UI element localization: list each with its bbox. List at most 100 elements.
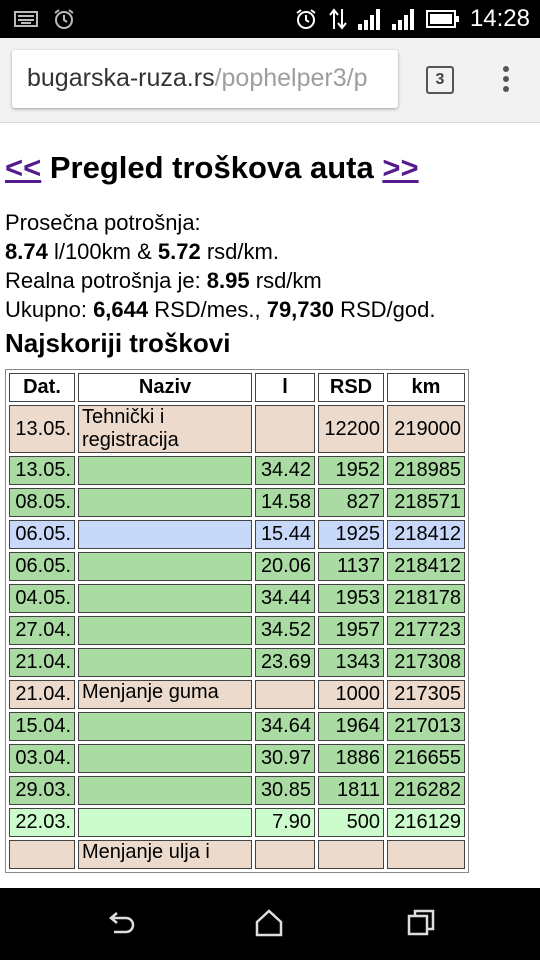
cell-km xyxy=(387,840,465,869)
table-row: 22.03. 7.90 500 216129 xyxy=(9,808,465,837)
table-row: 06.05. 20.06 1137 218412 xyxy=(9,552,465,581)
header-date: Dat. xyxy=(9,373,75,402)
header-rsd: RSD xyxy=(318,373,384,402)
header-liters: l xyxy=(255,373,315,402)
cell-km: 218985 xyxy=(387,456,465,485)
cell-rsd: 1000 xyxy=(318,680,384,709)
cell-rsd: 500 xyxy=(318,808,384,837)
cell-liters: 34.64 xyxy=(255,712,315,741)
cell-km: 218412 xyxy=(387,552,465,581)
page-content: << Pregled troškova auta >> Prosečna pot… xyxy=(0,122,540,888)
table-row: 21.04. Menjanje guma 1000 217305 xyxy=(9,680,465,709)
real-consumption: 8.95 xyxy=(206,268,250,293)
cell-km: 217723 xyxy=(387,616,465,645)
cell-date xyxy=(9,840,75,869)
cell-naziv: Menjanje ulja i xyxy=(78,840,252,869)
keyboard-icon xyxy=(14,11,38,27)
cell-liters: 30.85 xyxy=(255,776,315,805)
cell-km: 217308 xyxy=(387,648,465,677)
cell-liters: 23.69 xyxy=(255,648,315,677)
back-icon[interactable] xyxy=(106,910,136,938)
status-time: 14:28 xyxy=(469,5,530,32)
cell-naziv: Menjanje guma xyxy=(78,680,252,709)
overflow-menu-button[interactable] xyxy=(496,66,516,96)
cell-date: 21.04. xyxy=(9,648,75,677)
monthly-total: 6,644 xyxy=(93,297,149,322)
table-header-row: Dat. Naziv l RSD km xyxy=(9,373,465,402)
section-title: Najskoriji troškovi xyxy=(5,328,231,358)
battery-icon xyxy=(425,10,459,28)
cell-rsd: 1964 xyxy=(318,712,384,741)
cell-rsd xyxy=(318,840,384,869)
navigation-bar xyxy=(0,888,540,960)
cell-liters: 20.06 xyxy=(255,552,315,581)
address-bar[interactable]: bugarska-ruza.rs/pophelper3/p xyxy=(12,50,398,108)
cell-date: 15.04. xyxy=(9,712,75,741)
tab-switcher-button[interactable]: 3 xyxy=(426,66,454,94)
cell-naziv xyxy=(78,488,252,517)
cell-liters xyxy=(255,840,315,869)
table-row: 27.04. 34.52 1957 217723 xyxy=(9,616,465,645)
cell-km: 217013 xyxy=(387,712,465,741)
cell-date: 06.05. xyxy=(9,552,75,581)
cell-rsd: 1925 xyxy=(318,520,384,549)
cell-naziv xyxy=(78,808,252,837)
recent-apps-icon[interactable] xyxy=(406,908,436,938)
cell-date: 13.05. xyxy=(9,405,75,453)
signal-icon xyxy=(391,9,414,30)
cell-date: 08.05. xyxy=(9,488,75,517)
cell-km: 219000 xyxy=(387,405,465,453)
alarm-clock-icon xyxy=(54,9,74,29)
cell-liters: 34.52 xyxy=(255,616,315,645)
cell-date: 13.05. xyxy=(9,456,75,485)
cell-rsd: 1952 xyxy=(318,456,384,485)
cell-naziv xyxy=(78,744,252,773)
cell-rsd: 1137 xyxy=(318,552,384,581)
cell-rsd: 1811 xyxy=(318,776,384,805)
cell-date: 06.05. xyxy=(9,520,75,549)
cell-date: 03.04. xyxy=(9,744,75,773)
browser-toolbar: bugarska-ruza.rs/pophelper3/p 3 xyxy=(0,38,540,123)
page-title: << Pregled troškova auta >> xyxy=(5,150,419,186)
table-row: Menjanje ulja i xyxy=(9,840,465,869)
table-row: 21.04. 23.69 1343 217308 xyxy=(9,648,465,677)
cell-naziv xyxy=(78,584,252,613)
url-host: bugarska-ruza.rs xyxy=(27,64,215,92)
cell-liters: 34.44 xyxy=(255,584,315,613)
cell-rsd: 1886 xyxy=(318,744,384,773)
prev-link[interactable]: << xyxy=(5,150,41,185)
cell-km: 216655 xyxy=(387,744,465,773)
cell-naziv xyxy=(78,552,252,581)
table-row: 29.03. 30.85 1811 216282 xyxy=(9,776,465,805)
home-icon[interactable] xyxy=(254,908,284,938)
header-km: km xyxy=(387,373,465,402)
header-naziv: Naziv xyxy=(78,373,252,402)
cell-date: 27.04. xyxy=(9,616,75,645)
cell-liters xyxy=(255,405,315,453)
cell-liters: 14.58 xyxy=(255,488,315,517)
cell-km: 218571 xyxy=(387,488,465,517)
next-link[interactable]: >> xyxy=(382,150,418,185)
yearly-total: 79,730 xyxy=(266,297,334,322)
rsd-per-km: 5.72 xyxy=(157,239,201,264)
cell-liters: 34.42 xyxy=(255,456,315,485)
url-path: /pophelper3/p xyxy=(214,64,368,92)
cell-liters: 15.44 xyxy=(255,520,315,549)
table-row: 13.05. Tehnički i registracija 12200 219000 xyxy=(9,405,465,453)
table-row: 04.05. 34.44 1953 218178 xyxy=(9,584,465,613)
table-row: 03.04. 30.97 1886 216655 xyxy=(9,744,465,773)
cell-km: 218412 xyxy=(387,520,465,549)
cell-date: 29.03. xyxy=(9,776,75,805)
table-row: 08.05. 14.58 827 218571 xyxy=(9,488,465,517)
cell-date: 04.05. xyxy=(9,584,75,613)
cell-km: 216282 xyxy=(387,776,465,805)
cell-naziv: Tehnički i registracija xyxy=(78,405,252,453)
expenses-table: Dat. Naziv l RSD km 13.05. Tehnički i reg… xyxy=(5,369,469,873)
cell-rsd: 1953 xyxy=(318,584,384,613)
table-row: 06.05. 15.44 1925 218412 xyxy=(9,520,465,549)
table-row: 13.05. 34.42 1952 218985 xyxy=(9,456,465,485)
cell-km: 218178 xyxy=(387,584,465,613)
cell-liters xyxy=(255,680,315,709)
cell-naziv xyxy=(78,712,252,741)
data-arrows-icon xyxy=(329,8,347,30)
